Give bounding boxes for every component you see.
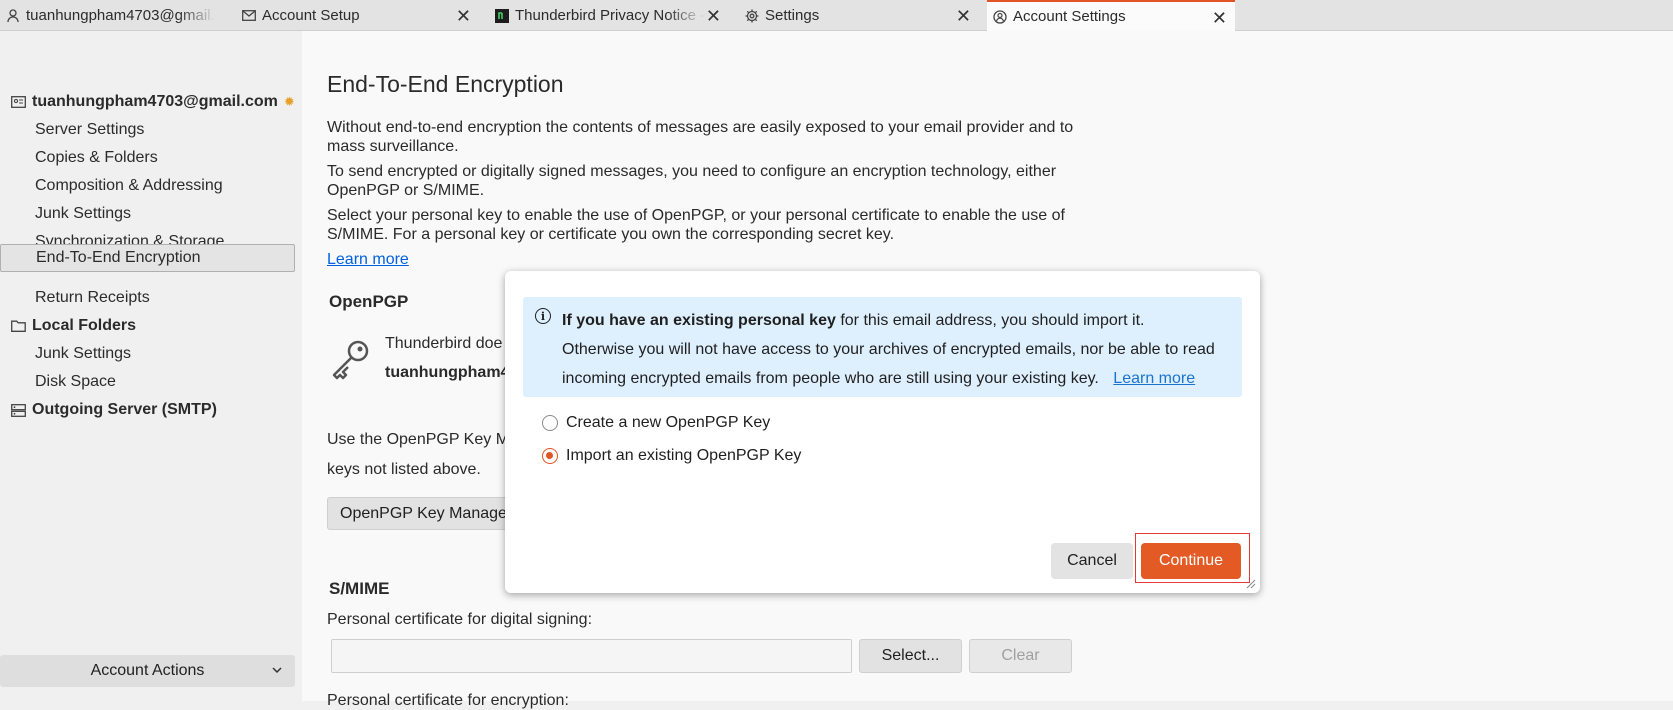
chevron-down-icon: [271, 663, 283, 681]
page-icon: [495, 8, 509, 23]
notice-text: If you have an existing personal key for…: [562, 306, 1232, 393]
clear-button: Clear: [969, 639, 1072, 673]
sidebar-item-return-receipts[interactable]: Return Receipts: [35, 285, 150, 311]
account-actions-button[interactable]: Account Actions: [0, 655, 295, 687]
tab-label: Thunderbird Privacy Notice —: [515, 7, 705, 24]
star-icon: ✹: [283, 94, 295, 109]
info-icon: i: [535, 308, 551, 324]
config-paragraph: To send encrypted or digitally signed me…: [327, 163, 1057, 199]
close-icon[interactable]: ✕: [456, 6, 471, 27]
tab-label: Account Setup: [262, 7, 360, 24]
notice-rest: for this email address, you should impor…: [835, 312, 1145, 329]
smime-heading: S/MIME: [329, 579, 390, 598]
tree-account[interactable]: tuanhungpham4703@gmail.com ✹: [10, 89, 295, 115]
radio-create[interactable]: [542, 415, 558, 431]
option-create-label: Create a new OpenPGP Key: [566, 414, 771, 431]
tab-label: tuanhungpham4703@gmail.com: [26, 7, 216, 24]
tab-account-settings[interactable]: Account Settings ✕: [987, 0, 1235, 31]
folder-icon: [10, 319, 26, 333]
sidebar-item-e2e-encryption[interactable]: End-To-End Encryption: [0, 244, 295, 272]
keymgr-text-2: keys not listed above.: [327, 461, 481, 478]
server-icon: [10, 403, 26, 417]
option-import-key[interactable]: Import an existing OpenPGP Key: [542, 447, 801, 465]
openpgp-key-manager-button[interactable]: OpenPGP Key Manager: [327, 497, 527, 530]
account-name: tuanhungpham4703@gmail.com: [32, 93, 278, 110]
select-key-paragraph: Select your personal key to enable the u…: [327, 207, 1065, 243]
notice-line2: Otherwise you will not have access to yo…: [562, 341, 1215, 358]
tab-settings[interactable]: Settings ✕: [739, 0, 979, 31]
cancel-button[interactable]: Cancel: [1051, 543, 1133, 579]
openpgp-status: Thunderbird doe: [385, 335, 503, 352]
sidebar-item-disk-space[interactable]: Disk Space: [35, 369, 116, 395]
tab-label: Settings: [765, 7, 820, 24]
openpgp-account: tuanhungpham4: [385, 364, 510, 381]
select-button[interactable]: Select...: [859, 639, 962, 673]
account-icon: [10, 95, 26, 109]
notice-line3: incoming encrypted emails from people wh…: [562, 370, 1099, 387]
gear-icon: [745, 9, 759, 23]
resize-grip-icon[interactable]: [1246, 579, 1256, 589]
mail-icon: [242, 9, 256, 23]
openpgp-heading: OpenPGP: [329, 292, 409, 311]
close-icon[interactable]: ✕: [956, 6, 971, 27]
tree-local-folders[interactable]: Local Folders: [10, 313, 136, 339]
option-import-label: Import an existing OpenPGP Key: [566, 447, 802, 464]
notice-bold: If you have an existing personal key: [562, 312, 836, 329]
tab-label: Account Settings: [1013, 8, 1126, 25]
sidebar-item-junk[interactable]: Junk Settings: [35, 201, 131, 227]
tab-privacy-notice[interactable]: Thunderbird Privacy Notice — ✕: [489, 0, 729, 31]
tab-account-setup[interactable]: Account Setup ✕: [236, 0, 479, 31]
close-icon[interactable]: ✕: [1212, 8, 1227, 29]
signing-certificate-field[interactable]: [331, 639, 852, 673]
sidebar-item-server-settings[interactable]: Server Settings: [35, 117, 144, 143]
page-title: End-To-End Encryption: [327, 71, 564, 97]
import-notice: i If you have an existing personal key f…: [523, 297, 1242, 397]
notice-learn-more-link[interactable]: Learn more: [1113, 370, 1195, 387]
option-create-key[interactable]: Create a new OpenPGP Key: [542, 414, 770, 432]
radio-import[interactable]: [542, 448, 558, 464]
key-icon: [330, 337, 374, 385]
smime-sign-label: Personal certificate for digital signing…: [327, 611, 593, 628]
sidebar-item-local-junk[interactable]: Junk Settings: [35, 341, 131, 367]
intro-paragraph: Without end-to-end encryption the conten…: [327, 119, 1074, 155]
keymgr-text-1: Use the OpenPGP Key Ma: [327, 431, 518, 448]
account-tree: tuanhungpham4703@gmail.com ✹ Server Sett…: [0, 31, 302, 701]
account-settings-icon: [993, 9, 1007, 24]
continue-button[interactable]: Continue: [1141, 543, 1241, 579]
close-icon[interactable]: ✕: [706, 6, 721, 27]
learn-more-link[interactable]: Learn more: [327, 250, 409, 269]
sidebar-item-copies-folders[interactable]: Copies & Folders: [35, 145, 158, 171]
tree-outgoing-server[interactable]: Outgoing Server (SMTP): [10, 397, 217, 423]
sidebar-item-composition[interactable]: Composition & Addressing: [35, 173, 223, 199]
tab-inbox[interactable]: tuanhungpham4703@gmail.com: [0, 0, 222, 31]
key-setup-dialog: i If you have an existing personal key f…: [505, 271, 1260, 593]
person-icon: [6, 8, 20, 23]
tab-bar: tuanhungpham4703@gmail.com Account Setup…: [0, 0, 1673, 31]
